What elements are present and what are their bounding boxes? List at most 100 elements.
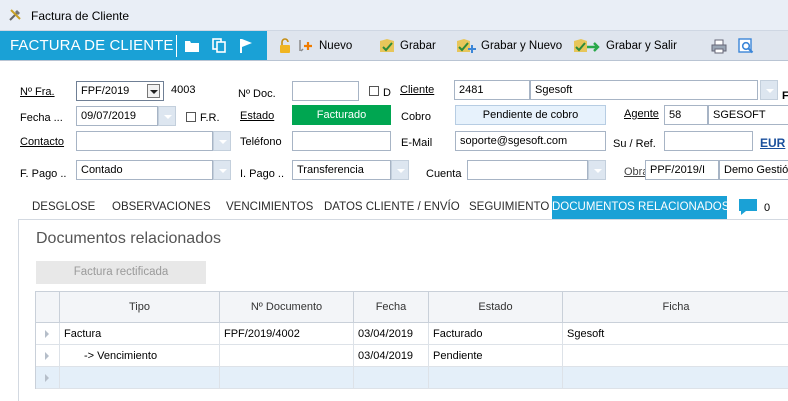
account-field[interactable] <box>467 160 588 180</box>
row-selector[interactable] <box>36 345 60 366</box>
series-dropdown-button[interactable] <box>147 84 160 98</box>
table-row[interactable]: -> Vencimiento 03/04/2019 Pendiente <box>36 345 788 367</box>
d-label: D <box>383 87 391 99</box>
client-code-field[interactable]: 2481 <box>454 80 530 100</box>
window-titlebar: Factura de Cliente <box>0 0 788 31</box>
agent-label[interactable]: Agente <box>624 108 659 120</box>
toolbar-separator <box>176 35 177 57</box>
contact-field[interactable] <box>76 131 213 151</box>
tab-vencimientos[interactable]: VENCIMIENTOS <box>226 196 313 219</box>
invoice-number-value[interactable]: 4003 <box>171 84 195 96</box>
column-header-tipo[interactable]: Tipo <box>60 292 220 322</box>
tab-observaciones[interactable]: OBSERVACIONES <box>112 196 211 219</box>
invoice-series-select[interactable]: FPF/2019 <box>76 81 164 101</box>
payment-method-dropdown-button[interactable] <box>213 160 231 180</box>
agent-name-field[interactable]: SGESOFT <box>708 105 788 125</box>
client-label[interactable]: Cliente <box>400 84 434 96</box>
row-selector-header <box>36 292 60 322</box>
tab-label: DOCUMENTOS RELACIONADOS <box>552 201 730 213</box>
tab-label: OBSERVACIONES <box>112 201 211 213</box>
cell-estado: Facturado <box>429 323 563 344</box>
email-field[interactable]: soporte@sgesoft.com <box>455 131 606 151</box>
payment-method-value: Contado <box>81 164 123 176</box>
row-arrow-icon <box>45 374 49 382</box>
payment-method-field[interactable]: Contado <box>76 160 213 180</box>
related-documents-panel: Documentos relacionados Factura rectific… <box>18 219 788 401</box>
payment-status-label: Cobro <box>401 111 431 123</box>
save-and-exit-button[interactable]: Grabar y Salir <box>572 37 677 55</box>
phone-label: Teléfono <box>240 136 282 148</box>
cell-fecha: 03/04/2019 <box>354 323 429 344</box>
account-label: Cuenta <box>426 168 462 180</box>
payment-instrument-field[interactable]: Transferencia <box>292 160 391 180</box>
d-checkbox[interactable] <box>369 86 379 96</box>
payment-instrument-label: I. Pago .. <box>240 168 285 180</box>
tab-seguimiento[interactable]: SEGUIMIENTO <box>469 196 549 219</box>
payment-instrument-dropdown-button[interactable] <box>391 160 409 180</box>
status-label[interactable]: Estado <box>240 110 274 122</box>
column-header-ndocumento[interactable]: Nº Documento <box>220 292 354 322</box>
date-dropdown-button[interactable] <box>158 106 176 126</box>
grid-header: Tipo Nº Documento Fecha Estado Ficha <box>36 292 788 323</box>
cell-tipo[interactable] <box>60 367 220 388</box>
date-label: Fecha ... <box>20 112 63 124</box>
email-label: E-Mail <box>401 137 433 149</box>
row-selector[interactable] <box>36 367 60 388</box>
save-label: Grabar <box>400 40 436 52</box>
tab-desglose[interactable]: DESGLOSE <box>32 196 95 219</box>
column-header-estado[interactable]: Estado <box>429 292 563 322</box>
save-and-new-icon <box>457 39 476 53</box>
phone-field[interactable] <box>292 131 391 151</box>
account-dropdown-button[interactable] <box>588 160 606 180</box>
payment-method-label: F. Pago .. <box>20 168 67 180</box>
client-name-field[interactable]: Sgesoft <box>530 80 758 100</box>
save-and-exit-label: Grabar y Salir <box>606 40 677 52</box>
date-value: 09/07/2019 <box>81 110 137 122</box>
agent-code-field[interactable]: 58 <box>664 105 708 125</box>
row-selector[interactable] <box>36 323 60 344</box>
contact-dropdown-button[interactable] <box>213 131 231 151</box>
date-field[interactable]: 09/07/2019 <box>76 106 158 126</box>
save-and-exit-icon <box>574 39 600 52</box>
new-label: Nuevo <box>319 40 353 52</box>
tab-bar: DESGLOSE OBSERVACIONES VENCIMIENTOS DATO… <box>17 196 788 219</box>
flag-icon[interactable] <box>238 38 254 53</box>
rectified-invoice-button[interactable]: Factura rectificada <box>36 261 206 284</box>
new-button[interactable]: Nuevo <box>295 37 352 55</box>
column-header-ficha[interactable]: Ficha <box>563 292 788 322</box>
folder-icon[interactable] <box>184 38 200 53</box>
fr-checkbox[interactable] <box>186 112 196 122</box>
copy-icon[interactable] <box>211 38 227 53</box>
new-row[interactable] <box>36 367 788 389</box>
preview-icon[interactable] <box>738 38 754 54</box>
contact-label[interactable]: Contacto <box>20 136 64 148</box>
project-code-field[interactable]: PPF/2019/I <box>645 160 719 180</box>
f-tail-label: F <box>782 90 788 102</box>
client-name-value: Sgesoft <box>535 84 573 96</box>
invoice-number-label[interactable]: Nº Fra. <box>20 86 55 98</box>
cell-ficha <box>563 345 788 366</box>
lock-icon[interactable] <box>278 38 292 54</box>
table-row[interactable]: Factura FPF/2019/4002 03/04/2019 Factura… <box>36 323 788 345</box>
project-name-field[interactable]: Demo Gestión <box>719 160 788 180</box>
cell-tipo: -> Vencimiento <box>60 345 220 366</box>
cell-ficha[interactable] <box>563 367 788 388</box>
row-arrow-icon <box>45 330 49 338</box>
cell-fecha[interactable] <box>354 367 429 388</box>
column-header-fecha[interactable]: Fecha <box>354 292 429 322</box>
tab-documentos-relacionados[interactable]: DOCUMENTOS RELACIONADOS <box>552 196 730 219</box>
tab-datos-cliente-envio[interactable]: DATOS CLIENTE / ENVÍO <box>324 196 460 219</box>
currency-link[interactable]: EUR <box>760 136 785 150</box>
cell-estado[interactable] <box>429 367 563 388</box>
client-dropdown-button[interactable] <box>760 80 778 100</box>
cell-ndocumento[interactable] <box>220 367 354 388</box>
comments-icon[interactable] <box>737 197 759 217</box>
print-icon[interactable] <box>711 39 727 54</box>
your-ref-field[interactable] <box>664 131 753 151</box>
save-button[interactable]: Grabar <box>378 37 436 55</box>
doc-number-field[interactable] <box>292 81 359 101</box>
comments-count: 0 <box>764 202 771 214</box>
row-arrow-icon <box>45 352 49 360</box>
save-and-new-button[interactable]: Grabar y Nuevo <box>455 37 562 55</box>
new-icon <box>299 40 312 52</box>
